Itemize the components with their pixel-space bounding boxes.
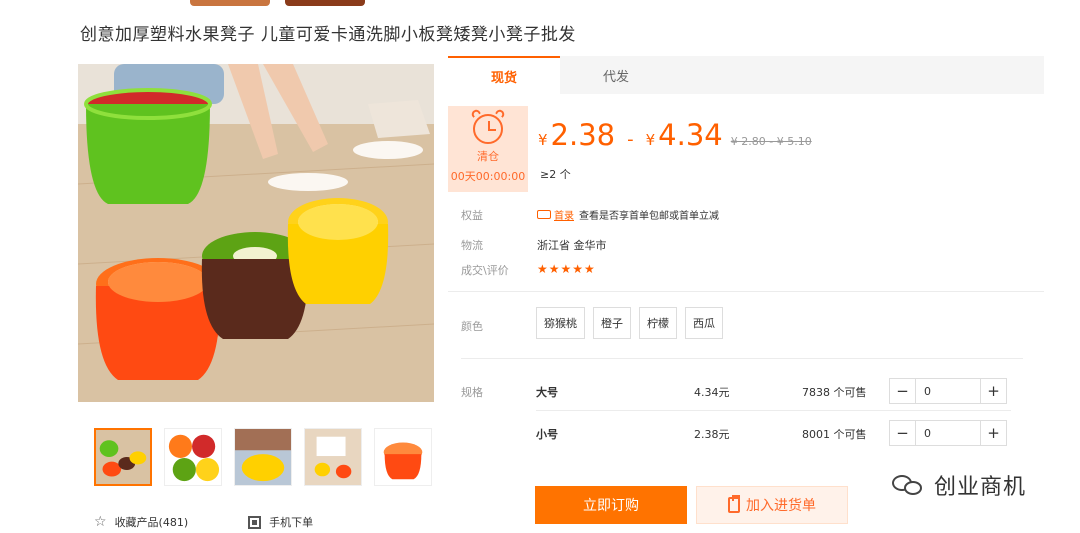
thumbnail-strip	[94, 428, 432, 486]
top-image-strip	[190, 0, 370, 6]
original-price: ¥ 2.80 - ¥ 5.10	[730, 135, 812, 148]
rating-stars: ★★★★★	[537, 262, 596, 276]
spec-stock: 7838 个可售	[802, 386, 867, 399]
price-separator: -	[627, 129, 634, 150]
minimum-quantity: ≥2 个	[540, 168, 571, 181]
price-range: ¥ 2.38 - ¥ 4.34 ¥ 2.80 - ¥ 5.10	[538, 118, 812, 152]
divider-3	[536, 410, 1011, 411]
currency-symbol-2: ¥	[645, 131, 656, 149]
benefit-info[interactable]: 首录 查看是否享首单包邮或首单立减	[537, 207, 719, 222]
price-low: 2.38	[550, 118, 616, 152]
spec-price: 2.38元	[694, 428, 730, 441]
thumbnail-4[interactable]	[304, 428, 362, 486]
quantity-input[interactable]	[915, 379, 981, 403]
spec-row-large: 大号 4.34元 7838 个可售 − +	[536, 376, 1011, 406]
spec-price: 4.34元	[694, 386, 730, 399]
spec-stock: 8001 个可售	[802, 428, 867, 441]
add-to-cart-label: 加入进货单	[746, 498, 816, 514]
increment-button[interactable]: +	[981, 379, 1006, 403]
color-option-lemon[interactable]: 柠檬	[639, 307, 677, 339]
qr-code-icon	[248, 515, 262, 529]
thumbnail-3[interactable]	[234, 428, 292, 486]
benefit-text: 查看是否享首单包邮或首单立减	[579, 211, 719, 222]
clearance-label: 清仓	[477, 150, 499, 163]
buy-now-button[interactable]: 立即订购	[535, 486, 687, 524]
tab-dropship[interactable]: 代发	[560, 56, 672, 94]
thumbnail-5[interactable]	[374, 428, 432, 486]
mobile-label: 手机下单	[269, 516, 314, 529]
watermark: 创业商机	[892, 469, 1026, 501]
product-page: 创意加厚塑料水果凳子 儿童可爱卡通洗脚小板凳矮凳小凳子批发 ☆ 收藏产品(481…	[0, 0, 1080, 533]
product-title: 创意加厚塑料水果凳子 儿童可爱卡通洗脚小板凳矮凳小凳子批发	[80, 25, 576, 45]
bottom-actions: ☆ 收藏产品(481) 手机下单	[94, 514, 313, 530]
favorite-action[interactable]: ☆ 收藏产品(481)	[94, 514, 188, 530]
thumbnail-2[interactable]	[164, 428, 222, 486]
truck-icon	[537, 210, 551, 219]
watermark-text: 创业商机	[934, 475, 1027, 500]
purchase-tabs: 现货 代发	[448, 56, 1044, 94]
logistics-label: 物流	[461, 239, 483, 252]
color-option-kiwi[interactable]: 猕猴桃	[536, 307, 585, 339]
increment-button[interactable]: +	[981, 421, 1006, 445]
alarm-clock-icon	[470, 108, 506, 144]
spec-label: 规格	[461, 386, 483, 399]
mobile-order-action[interactable]: 手机下单	[248, 514, 313, 530]
decrement-button[interactable]: −	[890, 421, 915, 445]
spec-row-small: 小号 2.38元 8001 个可售 − +	[536, 418, 1011, 448]
add-to-cart-button[interactable]: 加入进货单	[696, 486, 848, 524]
spec-name: 小号	[536, 428, 558, 441]
star-icon: ☆	[94, 514, 107, 530]
price-high: 4.34	[658, 118, 723, 152]
currency-symbol: ¥	[538, 131, 548, 149]
color-options: 猕猴桃 橙子 柠檬 西瓜	[536, 307, 723, 339]
decrement-button[interactable]: −	[890, 379, 915, 403]
clearance-badge: 清仓 00天00:00:00	[448, 106, 528, 192]
rating-label: 成交\评价	[461, 264, 509, 277]
benefit-label: 权益	[461, 209, 483, 222]
quantity-stepper: − +	[889, 420, 1007, 446]
clearance-timer: 00天00:00:00	[450, 170, 526, 183]
favorite-label: 收藏产品(481)	[114, 516, 189, 529]
logistics-value: 浙江省 金华市	[537, 239, 607, 252]
thumbnail-1[interactable]	[94, 428, 152, 486]
divider-2	[461, 358, 1023, 359]
quantity-stepper: − +	[889, 378, 1007, 404]
wechat-icon	[892, 473, 924, 497]
color-option-orange[interactable]: 橙子	[593, 307, 631, 339]
spec-name: 大号	[536, 386, 558, 399]
color-label: 颜色	[461, 320, 483, 333]
divider-1	[448, 291, 1044, 292]
quantity-input[interactable]	[915, 421, 981, 445]
main-product-image[interactable]	[78, 64, 434, 402]
tab-in-stock[interactable]: 现货	[448, 56, 560, 94]
benefit-badge: 首录	[554, 211, 574, 222]
color-option-watermelon[interactable]: 西瓜	[685, 307, 723, 339]
clipboard-icon	[728, 495, 740, 513]
